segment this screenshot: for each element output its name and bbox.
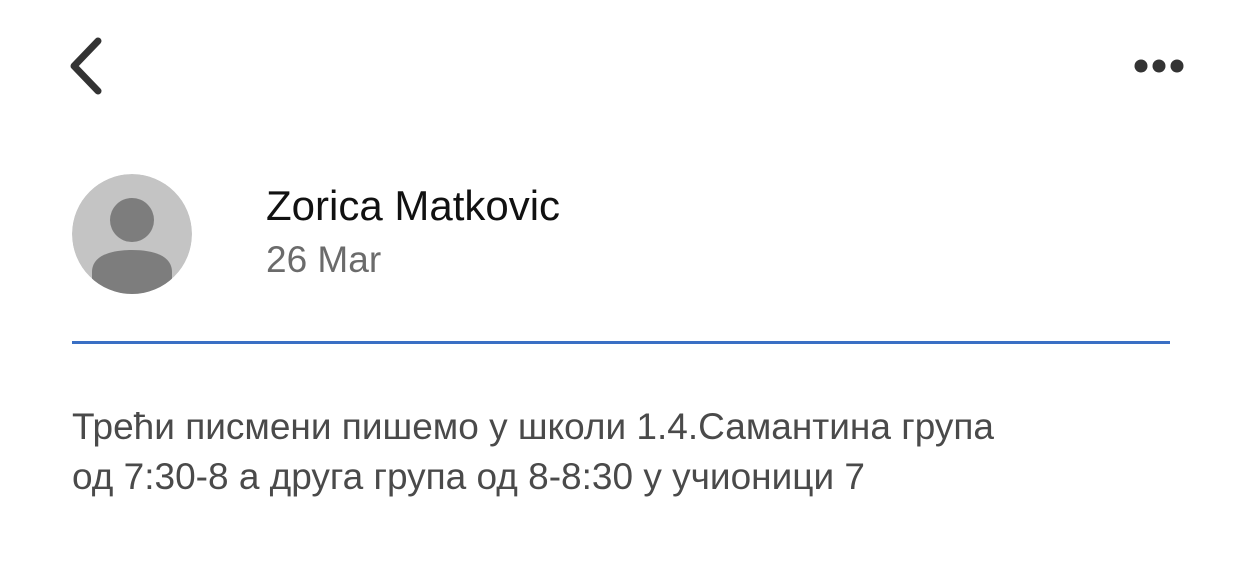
more-options-button[interactable] — [1124, 44, 1194, 88]
message-line-1: Трећи писмени пишемо у школи 1.4.Саманти… — [72, 406, 994, 447]
chevron-left-icon — [70, 37, 102, 95]
person-placeholder-icon — [72, 174, 192, 294]
message-body: Трећи писмени пишемо у школи 1.4.Саманти… — [72, 402, 1182, 502]
avatar[interactable] — [72, 174, 192, 294]
more-horizontal-icon — [1134, 59, 1184, 73]
post-date: 26 Mar — [266, 239, 382, 280]
author-name: Zorica Matkovic — [266, 182, 561, 229]
message-line-2: од 7:30-8 а друга група од 8-8:30 у учио… — [72, 456, 865, 497]
back-button[interactable] — [56, 30, 116, 102]
divider — [72, 341, 1170, 344]
